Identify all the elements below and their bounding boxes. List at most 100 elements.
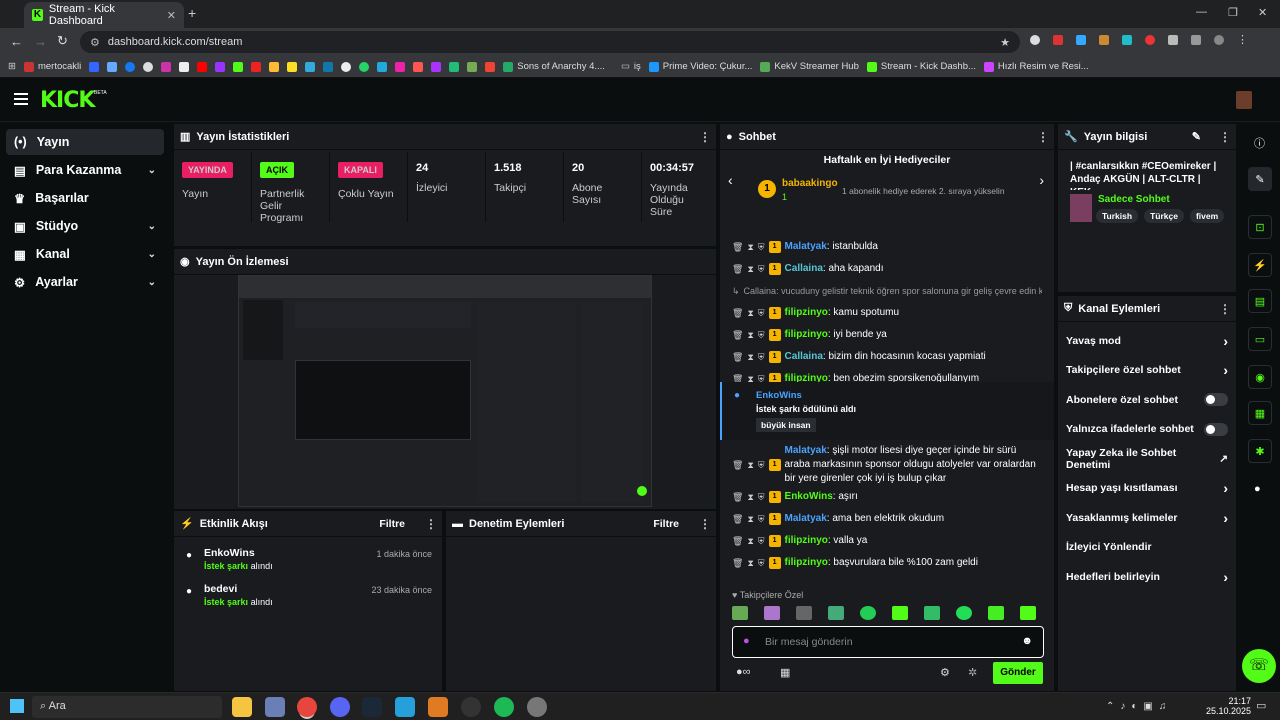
file-explorer-icon[interactable] (232, 697, 252, 717)
spotify-icon[interactable] (494, 697, 514, 717)
delete-icon[interactable]: 🗑 (732, 536, 743, 547)
delete-icon[interactable]: 🗑 (732, 242, 743, 253)
ban-icon[interactable]: ⛨ (758, 492, 765, 503)
sidebar-item-yayin[interactable]: (•) Yayın (6, 129, 164, 155)
bookmark-item[interactable]: mertocakli (23, 61, 81, 72)
support-button[interactable]: ☏ (1242, 649, 1276, 683)
ban-icon[interactable]: ⛨ (758, 352, 765, 363)
bolt-icon[interactable]: ⚡ (1248, 253, 1272, 277)
document-icon[interactable]: ▤ (1248, 289, 1272, 313)
emote-icon[interactable] (924, 606, 940, 620)
sidebar-item-basarilar[interactable]: ♛ Başarılar (6, 185, 164, 211)
bookmark-icon[interactable] (251, 61, 262, 72)
send-button[interactable]: Gönder (993, 662, 1043, 684)
bookmark-icon[interactable] (467, 61, 478, 72)
delete-icon[interactable]: 🗑 (732, 264, 743, 275)
filter-button[interactable]: Filtre (653, 518, 679, 530)
bookmark-item[interactable]: Prime Video: Çukur... (648, 61, 752, 72)
category-thumbnail[interactable] (1070, 194, 1092, 222)
chat-icon[interactable]: ▭ (1248, 327, 1272, 351)
emote-icon[interactable] (828, 606, 844, 620)
timeout-icon[interactable]: ⧗ (747, 460, 753, 471)
bookmark-icon[interactable] (449, 61, 460, 72)
delete-icon[interactable]: 🗑 (732, 558, 743, 569)
bookmark-icon[interactable] (89, 61, 100, 72)
ban-icon[interactable]: ⛨ (758, 242, 765, 253)
browser-tab[interactable]: K Stream - Kick Dashboard ✕ (24, 2, 184, 28)
channel-action-item[interactable]: Abonelere özel sohbet (1058, 385, 1236, 415)
hamburger-menu-icon[interactable] (14, 93, 28, 105)
sidebar-item-para-kazanma[interactable]: ▤ Para Kazanma ⌄ (6, 157, 164, 183)
target-icon[interactable]: ⊡ (1248, 215, 1272, 239)
timeout-icon[interactable]: ⧗ (747, 492, 753, 503)
timeout-icon[interactable]: ⧗ (747, 514, 753, 525)
app-icon[interactable] (527, 697, 547, 717)
extension-icon[interactable] (1122, 35, 1132, 45)
ban-icon[interactable]: ⛨ (758, 308, 765, 319)
emote-icon[interactable] (1020, 606, 1036, 620)
timeout-icon[interactable]: ⧗ (747, 264, 753, 275)
ban-icon[interactable]: ⛨ (758, 330, 765, 341)
stream-preview-video[interactable] (238, 275, 652, 507)
emote-icon[interactable] (988, 606, 1004, 620)
extension-icon[interactable] (1053, 35, 1063, 45)
puzzle-icon[interactable] (1168, 35, 1178, 45)
timeout-icon[interactable]: ⧗ (747, 536, 753, 547)
channel-action-item[interactable]: Yalnızca ifadelerle sohbet (1058, 415, 1236, 445)
system-tray[interactable]: ⌃♪◐▣♫ (1106, 701, 1172, 712)
ban-icon[interactable]: ⛨ (758, 264, 765, 275)
delete-icon[interactable]: 🗑 (732, 460, 743, 471)
whatsapp-icon[interactable] (359, 61, 370, 72)
discord-icon[interactable] (330, 697, 350, 717)
more-options-icon[interactable]: ⋮ (1219, 130, 1231, 144)
bookmark-item[interactable]: Sons of Anarchy 4.... (503, 61, 605, 72)
x-icon[interactable] (179, 61, 190, 72)
calculator-icon[interactable] (265, 697, 285, 717)
delete-icon[interactable]: 🗑 (732, 514, 743, 525)
clock[interactable]: 21:17 25.10.2025 (1206, 696, 1251, 716)
toggle-switch[interactable] (1204, 422, 1228, 436)
bookmark-folder[interactable]: ▭ iş (621, 61, 641, 72)
extension-icon[interactable] (1076, 35, 1086, 45)
reload-icon[interactable]: ↻ (57, 33, 68, 49)
facebook-icon[interactable] (125, 61, 136, 72)
channel-action-item[interactable]: Yapay Zeka ile Sohbet Denetimi ↗ (1058, 444, 1236, 474)
bookmark-item[interactable]: Stream - Kick Dashb... (866, 61, 976, 72)
chevron-right-icon[interactable]: › (1039, 172, 1044, 188)
new-tab-icon[interactable]: + (188, 6, 202, 20)
info-icon[interactable]: ⓘ (1254, 135, 1265, 151)
emote-icon[interactable] (892, 606, 908, 620)
sidebar-item-ayarlar[interactable]: ⚙ Ayarlar ⌄ (6, 269, 164, 295)
chrome-icon[interactable] (297, 697, 317, 717)
channel-points-icon[interactable]: ●∞ (736, 666, 751, 678)
browser-menu-icon[interactable]: ⋮ (1237, 35, 1248, 46)
emote-icon[interactable] (956, 606, 972, 620)
channel-action-item[interactable]: Yasaklanmış kelimeler › (1058, 503, 1236, 533)
back-icon[interactable]: ← (10, 34, 23, 49)
url-field[interactable]: ⚙ dashboard.kick.com/stream ★ (80, 31, 1020, 53)
site-info-icon[interactable]: ⚙ (90, 36, 100, 49)
app-icon[interactable] (428, 697, 448, 717)
obs-icon[interactable] (461, 697, 481, 717)
delete-icon[interactable]: 🗑 (732, 308, 743, 319)
sidebar-item-studyo[interactable]: ▣ Stüdyo ⌄ (6, 213, 164, 239)
extension-icon[interactable] (1030, 35, 1040, 45)
windows-start-icon[interactable] (10, 699, 24, 713)
bookmark-item[interactable]: KekV Streamer Hub (760, 61, 859, 72)
channel-action-item[interactable]: Takipçilere özel sohbet › (1058, 356, 1236, 386)
reward-icon[interactable]: ● (1254, 483, 1261, 495)
google-icon[interactable] (143, 61, 154, 72)
kick-logo[interactable]: KICK (40, 88, 95, 113)
timeout-icon[interactable]: ⧗ (747, 308, 753, 319)
bookmark-icon[interactable] (395, 61, 406, 72)
github-icon[interactable] (341, 61, 352, 72)
more-options-icon[interactable]: ⋮ (1037, 130, 1049, 144)
timeout-icon[interactable]: ⧗ (747, 330, 753, 341)
extension-icon[interactable] (1099, 35, 1109, 45)
kick-icon[interactable] (233, 61, 244, 72)
profile-icon[interactable] (1214, 35, 1224, 45)
close-window-icon[interactable]: ✕ (1258, 6, 1267, 19)
bookmark-icon[interactable] (377, 61, 388, 72)
edit-layout-icon[interactable]: ✎ (1248, 167, 1272, 191)
forward-icon[interactable]: → (34, 34, 47, 49)
